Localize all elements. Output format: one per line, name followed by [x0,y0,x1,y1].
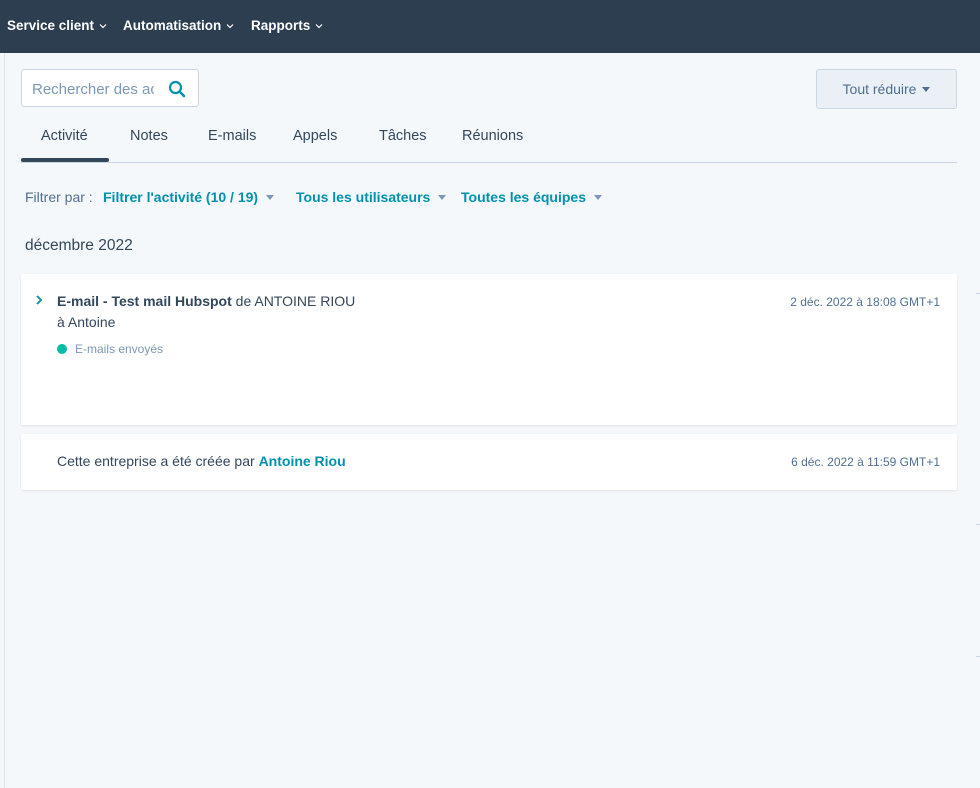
company-created-card: Cette entreprise a été créée par Antoine… [21,434,957,490]
status-dot-icon [57,344,67,354]
tab-appels[interactable]: Appels [293,128,337,144]
active-tab-indicator [21,158,109,162]
email-activity-title: E-mail - Test mail Hubspot de ANTOINE RI… [57,293,355,309]
activity-tabs: Activité Notes E-mails Appels Tâches Réu… [21,121,957,163]
caret-down-icon [594,194,602,200]
creator-link[interactable]: Antoine Riou [259,453,346,469]
email-status-label: E-mails envoyés [75,342,164,356]
email-activity-card: E-mail - Test mail Hubspot de ANTOINE RI… [21,274,957,425]
created-timestamp: 6 déc. 2022 à 11:59 GMT+1 [791,455,940,469]
nav-automatisation[interactable]: Automatisation [123,18,235,33]
tab-taches[interactable]: Tâches [379,128,427,144]
filter-teams-label: Toutes les équipes [461,189,586,205]
caret-down-icon [266,194,275,200]
chevron-down-icon [99,23,107,28]
nav-automatisation-label: Automatisation [123,18,222,33]
company-created-text: Cette entreprise a été créée par Antoine… [57,453,346,469]
filter-label: Filtrer par : [25,189,93,205]
nav-rapports[interactable]: Rapports [251,18,324,33]
chevron-down-icon [226,23,234,28]
filter-teams-dropdown[interactable]: Toutes les équipes [461,189,602,205]
caret-down-icon [438,194,447,200]
email-status: E-mails envoyés [57,342,163,356]
nav-service-client[interactable]: Service client [7,18,108,33]
email-subject[interactable]: E-mail - Test mail Hubspot [57,293,232,309]
chevron-right-icon[interactable] [35,295,43,305]
tab-emails[interactable]: E-mails [208,128,256,144]
email-sender: ANTOINE RIOU [254,293,356,309]
top-navigation-bar: Service client Automatisation Rapports [0,0,980,53]
right-panel-edge [976,656,980,657]
activity-search-input[interactable] [32,79,154,99]
nav-rapports-label: Rapports [251,18,311,33]
filter-users-label: Tous les utilisateurs [296,189,431,205]
filter-users-dropdown[interactable]: Tous les utilisateurs [296,189,447,205]
collapse-all-button[interactable]: Tout réduire [816,69,957,109]
tab-reunions[interactable]: Réunions [462,128,523,144]
search-icon[interactable] [168,80,186,98]
left-panel-divider [4,53,5,788]
activity-search-box [21,69,199,107]
tab-notes[interactable]: Notes [130,128,168,144]
right-panel-edge [976,524,980,525]
tab-activite[interactable]: Activité [41,128,88,144]
email-recipient: à Antoine [57,314,116,330]
timeline-month-header: décembre 2022 [25,237,133,254]
filter-activity-dropdown[interactable]: Filtrer l'activité (10 / 19) [103,189,275,205]
email-from-word: de [235,293,252,309]
chevron-down-icon [315,23,323,28]
caret-down-icon [922,86,931,92]
nav-service-client-label: Service client [7,18,95,33]
email-timestamp: 2 déc. 2022 à 18:08 GMT+1 [790,295,940,309]
right-panel-edge [976,293,980,294]
collapse-all-label: Tout réduire [842,81,917,97]
created-by-label: Cette entreprise a été créée par [57,453,255,469]
filter-activity-label: Filtrer l'activité (10 / 19) [103,189,259,205]
